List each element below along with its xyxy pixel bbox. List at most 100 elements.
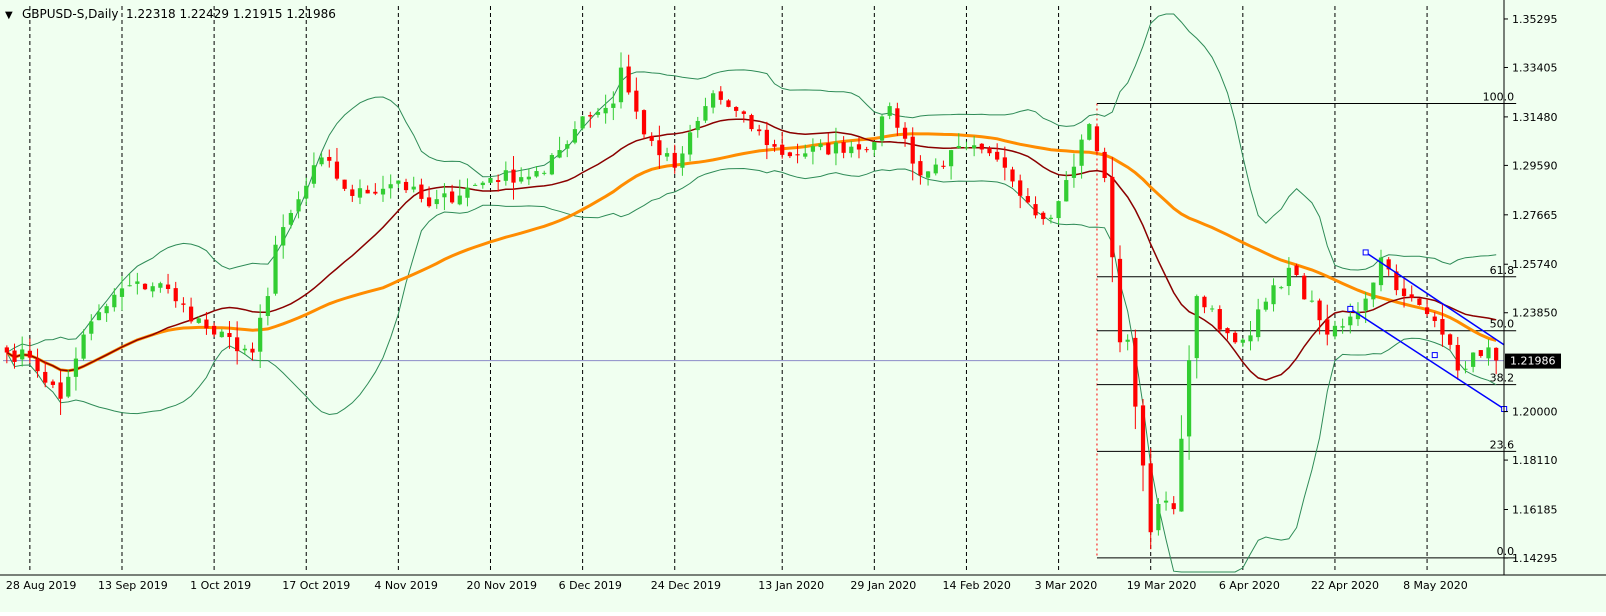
x-tick-label: 13 Jan 2020 bbox=[758, 579, 824, 592]
candle-body bbox=[342, 179, 347, 189]
channel-handle[interactable] bbox=[1362, 249, 1369, 256]
candle-body bbox=[1010, 169, 1015, 182]
candle-body bbox=[1033, 204, 1038, 216]
candle-body bbox=[1140, 405, 1146, 466]
candle-body bbox=[657, 140, 662, 156]
candle bbox=[142, 283, 148, 291]
y-tick-label: 1.31480 bbox=[1512, 111, 1558, 124]
candle-body bbox=[327, 156, 332, 161]
fib-level-label: 100.0 bbox=[1483, 91, 1515, 104]
candle-body bbox=[250, 348, 255, 353]
x-tick-label: 13 Sep 2019 bbox=[98, 579, 168, 592]
candle-body bbox=[1079, 139, 1084, 166]
candle-body bbox=[1332, 325, 1338, 337]
candle-body bbox=[81, 334, 86, 359]
candle-body bbox=[1194, 296, 1199, 359]
candle-body bbox=[995, 151, 1000, 160]
candle bbox=[488, 177, 493, 184]
candle-body bbox=[795, 154, 800, 156]
candle-body bbox=[634, 90, 639, 112]
fib-level-label: 23.6 bbox=[1490, 438, 1515, 451]
candle-body bbox=[127, 285, 132, 287]
candle-body bbox=[434, 199, 439, 205]
x-tick-label: 3 Mar 2020 bbox=[1035, 579, 1098, 592]
candle-body bbox=[1463, 368, 1468, 370]
candle-body bbox=[457, 195, 462, 205]
candle-body bbox=[1309, 300, 1315, 302]
candle-body bbox=[695, 120, 700, 131]
y-tick-label: 1.18110 bbox=[1512, 454, 1558, 467]
x-tick-label: 20 Nov 2019 bbox=[466, 579, 536, 592]
x-tick-label: 24 Dec 2019 bbox=[651, 579, 721, 592]
candle bbox=[1233, 330, 1238, 344]
candle-body bbox=[565, 144, 570, 149]
channel-handle[interactable] bbox=[1347, 305, 1354, 312]
candle-body bbox=[764, 129, 769, 146]
candle-body bbox=[511, 169, 516, 183]
candle-body bbox=[388, 184, 393, 189]
candle-body bbox=[334, 161, 340, 179]
candle-body bbox=[1271, 285, 1276, 305]
candle-body bbox=[734, 107, 739, 111]
candle-body bbox=[726, 100, 731, 107]
candle-body bbox=[1363, 298, 1368, 311]
y-tick-label: 1.20000 bbox=[1512, 406, 1558, 419]
candle bbox=[1217, 305, 1222, 334]
candle-body bbox=[787, 152, 792, 157]
candle-body bbox=[772, 144, 777, 147]
price-chart[interactable]: 100.061.850.038.223.60.0 1.21986 28 Aug … bbox=[0, 0, 1606, 612]
candle-body bbox=[1424, 307, 1430, 315]
candle-body bbox=[1156, 503, 1161, 531]
chart-window: 100.0 61.8 50.0 38.2 23.6 0.0 1.21986 28 Aug … bbox=[0, 0, 1606, 612]
candle-body bbox=[181, 303, 186, 305]
candle-body bbox=[50, 381, 56, 385]
candle-body bbox=[856, 144, 862, 150]
fib-level-label: 61.8 bbox=[1490, 264, 1515, 277]
candle-body bbox=[887, 106, 892, 116]
candle-body bbox=[680, 153, 685, 168]
candle-body bbox=[1440, 319, 1445, 335]
candle bbox=[726, 99, 731, 108]
candle-body bbox=[595, 112, 601, 115]
candle-body bbox=[1202, 296, 1207, 308]
channel-handle[interactable] bbox=[1431, 352, 1438, 359]
candle bbox=[1417, 297, 1422, 306]
candle-body bbox=[534, 171, 539, 177]
candle-body bbox=[718, 91, 723, 100]
candle-body bbox=[879, 116, 885, 141]
candle-body bbox=[542, 172, 547, 174]
candle-body bbox=[419, 184, 424, 199]
symbol-label: GBPUSD-S,Daily bbox=[22, 7, 119, 21]
candle-body bbox=[618, 67, 624, 103]
y-tick-label: 1.16185 bbox=[1512, 503, 1558, 516]
candle-body bbox=[1064, 180, 1069, 202]
candle-body bbox=[1018, 180, 1023, 196]
candle-body bbox=[972, 145, 977, 149]
candle-body bbox=[1279, 287, 1284, 289]
candle-body bbox=[188, 306, 194, 322]
candle-body bbox=[311, 165, 317, 184]
candle-body bbox=[1148, 463, 1153, 533]
candle-body bbox=[649, 135, 654, 141]
candle-body bbox=[480, 182, 485, 186]
candle-body bbox=[757, 129, 762, 132]
x-tick-label: 6 Dec 2019 bbox=[559, 579, 622, 592]
candle-body bbox=[1325, 319, 1330, 335]
candle-body bbox=[810, 146, 816, 152]
candle-body bbox=[1317, 300, 1322, 321]
candle-body bbox=[73, 358, 79, 377]
candle-body bbox=[89, 321, 94, 334]
candle-body bbox=[403, 181, 409, 191]
chart-menu-icon[interactable]: ▼ bbox=[5, 10, 13, 21]
candle-body bbox=[235, 337, 240, 352]
candle-body bbox=[941, 165, 946, 167]
candle-body bbox=[1094, 126, 1100, 152]
candle-body bbox=[1179, 438, 1184, 512]
candle-body bbox=[473, 184, 478, 186]
candle bbox=[1294, 263, 1299, 277]
candle-body bbox=[672, 152, 677, 168]
candle bbox=[549, 153, 555, 176]
candle-body bbox=[1348, 316, 1353, 326]
candle-body bbox=[1471, 352, 1476, 367]
y-tick-label: 1.25740 bbox=[1512, 258, 1558, 271]
